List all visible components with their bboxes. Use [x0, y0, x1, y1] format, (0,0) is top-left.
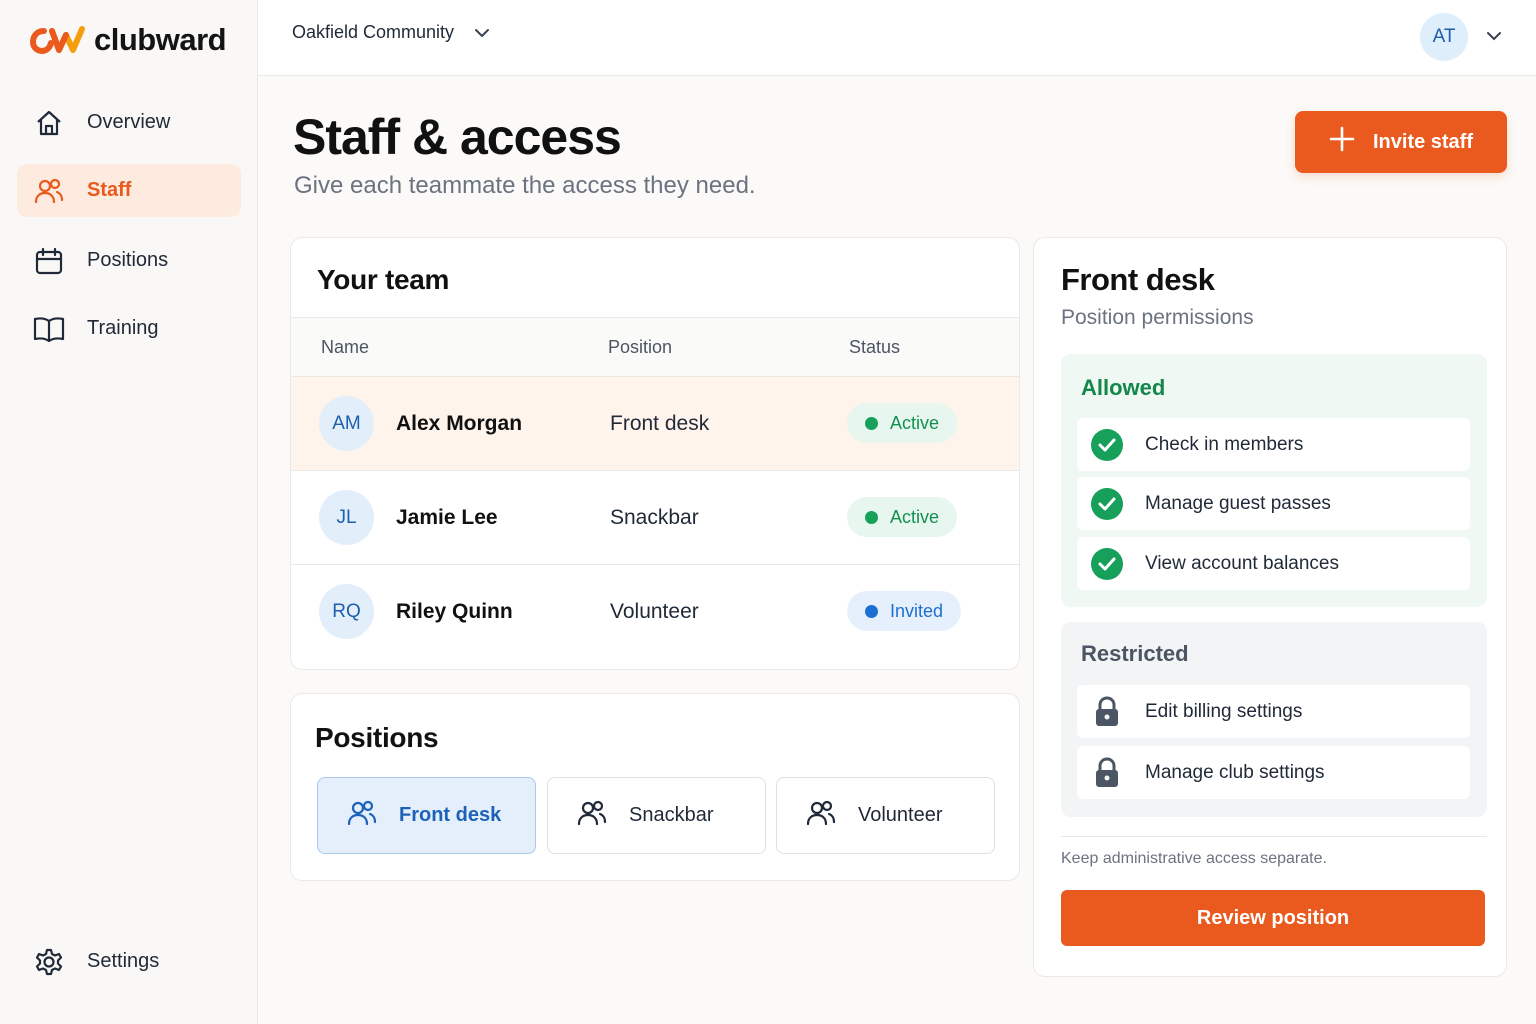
status-dot-icon: [865, 604, 878, 618]
avatar: JL: [319, 490, 374, 545]
clubward-logo-icon: [30, 25, 88, 55]
users-icon: [575, 798, 609, 834]
column-header-status[interactable]: Status: [849, 337, 900, 358]
table-row[interactable]: JL Jamie Lee Snackbar Active: [291, 471, 1019, 565]
status-dot-icon: [865, 416, 878, 430]
permission-item: Edit billing settings: [1077, 685, 1470, 738]
sidebar-item-label: Overview: [87, 111, 171, 133]
status-badge: Active: [847, 497, 958, 537]
book-icon: [33, 313, 65, 345]
staff-position: Snackbar: [610, 506, 699, 529]
users-icon: [804, 798, 838, 834]
check-circle-icon: [1089, 546, 1125, 582]
invite-staff-label: Invite staff: [1372, 130, 1474, 153]
sidebar-item-label: Positions: [87, 249, 169, 271]
invite-staff-button[interactable]: Invite staff: [1295, 111, 1507, 173]
position-tile-label: Volunteer: [858, 804, 943, 826]
staff-name: Riley Quinn: [396, 600, 513, 623]
admin-note: Keep administrative access separate.: [1061, 850, 1327, 867]
check-circle-icon: [1089, 427, 1125, 463]
brand-logo[interactable]: clubward: [30, 22, 227, 58]
user-avatar[interactable]: AT: [1420, 13, 1468, 61]
permission-label: Manage club settings: [1145, 761, 1325, 783]
detail-title: Front desk: [1061, 262, 1215, 297]
position-detail-panel: Front desk Position permissions Allowed …: [1033, 237, 1507, 977]
sidebar-item-overview[interactable]: Overview: [17, 96, 241, 149]
page-subtitle: Give each teammate the access they need.: [294, 172, 756, 199]
staff-name: Alex Morgan: [396, 412, 523, 435]
status-label: Active: [890, 506, 940, 527]
positions-title: Positions: [315, 722, 439, 753]
chevron-down-icon: [474, 22, 490, 43]
permission-label: Check in members: [1145, 433, 1304, 455]
gear-icon: [33, 946, 65, 978]
position-tile-front-desk[interactable]: Front desk: [317, 777, 536, 854]
column-header-position[interactable]: Position: [608, 337, 672, 358]
permission-label: Edit billing settings: [1145, 700, 1303, 722]
lock-icon: [1089, 755, 1125, 791]
chevron-down-icon[interactable]: [1486, 28, 1502, 46]
position-tile-volunteer[interactable]: Volunteer: [776, 777, 995, 854]
status-label: Active: [890, 412, 940, 433]
sidebar-item-training[interactable]: Training: [17, 302, 241, 355]
position-tile-label: Front desk: [399, 804, 502, 826]
table-row[interactable]: RQ Riley Quinn Volunteer Invited: [291, 565, 1019, 659]
team-title: Your team: [317, 264, 450, 295]
permission-item: Manage guest passes: [1077, 477, 1470, 530]
status-badge: Active: [847, 403, 958, 443]
staff-name: Jamie Lee: [396, 506, 498, 529]
page-title: Staff & access: [293, 109, 622, 165]
permission-item: Manage club settings: [1077, 746, 1470, 799]
sidebar-item-label: Staff: [87, 179, 132, 201]
lock-icon: [1089, 694, 1125, 730]
allowed-title: Allowed: [1081, 375, 1166, 400]
table-row[interactable]: AM Alex Morgan Front desk Active: [291, 377, 1019, 471]
calendar-icon: [33, 245, 65, 277]
brand-name: clubward: [94, 22, 227, 57]
sidebar-item-staff[interactable]: Staff: [17, 164, 241, 217]
status-label: Invited: [890, 600, 944, 621]
sidebar-item-label: Training: [87, 317, 159, 339]
team-card: Your team Name Position Status AM Alex M…: [290, 237, 1020, 670]
users-icon: [33, 175, 65, 207]
organization-name: Oakfield Community: [292, 22, 455, 42]
home-icon: [33, 107, 65, 139]
plus-icon: [1329, 126, 1355, 158]
check-circle-icon: [1089, 486, 1125, 522]
permission-label: Manage guest passes: [1145, 492, 1331, 514]
allowed-permissions: Allowed Check in members Manage guest pa…: [1061, 354, 1487, 607]
divider: [1061, 836, 1487, 837]
sidebar-item-label: Settings: [87, 950, 160, 972]
avatar: RQ: [319, 584, 374, 639]
sidebar-item-positions[interactable]: Positions: [17, 234, 241, 287]
review-position-button[interactable]: Review position: [1061, 890, 1485, 946]
position-tile-snackbar[interactable]: Snackbar: [547, 777, 766, 854]
avatar: AM: [319, 396, 374, 451]
top-bar: Oakfield Community AT: [258, 0, 1536, 76]
column-header-name[interactable]: Name: [321, 337, 369, 358]
status-badge: Invited: [847, 591, 962, 631]
positions-card: Positions Front desk Snackbar Volunteer: [290, 693, 1020, 881]
staff-position: Volunteer: [610, 600, 699, 623]
permission-label: View account balances: [1145, 552, 1339, 574]
status-dot-icon: [865, 510, 878, 524]
position-tile-label: Snackbar: [629, 804, 714, 826]
detail-subtitle: Position permissions: [1061, 306, 1254, 329]
users-icon: [345, 798, 379, 834]
restricted-permissions: Restricted Edit billing settings Manage …: [1061, 622, 1487, 817]
permission-item: Check in members: [1077, 418, 1470, 471]
sidebar: clubward Overview Staff Positions Traini…: [0, 0, 258, 1024]
restricted-title: Restricted: [1081, 641, 1189, 666]
permission-item: View account balances: [1077, 537, 1470, 590]
sidebar-item-settings[interactable]: Settings: [17, 935, 241, 988]
staff-position: Front desk: [610, 412, 710, 435]
organization-switcher[interactable]: Oakfield Community: [292, 22, 490, 43]
table-header: Name Position Status: [291, 317, 1019, 377]
